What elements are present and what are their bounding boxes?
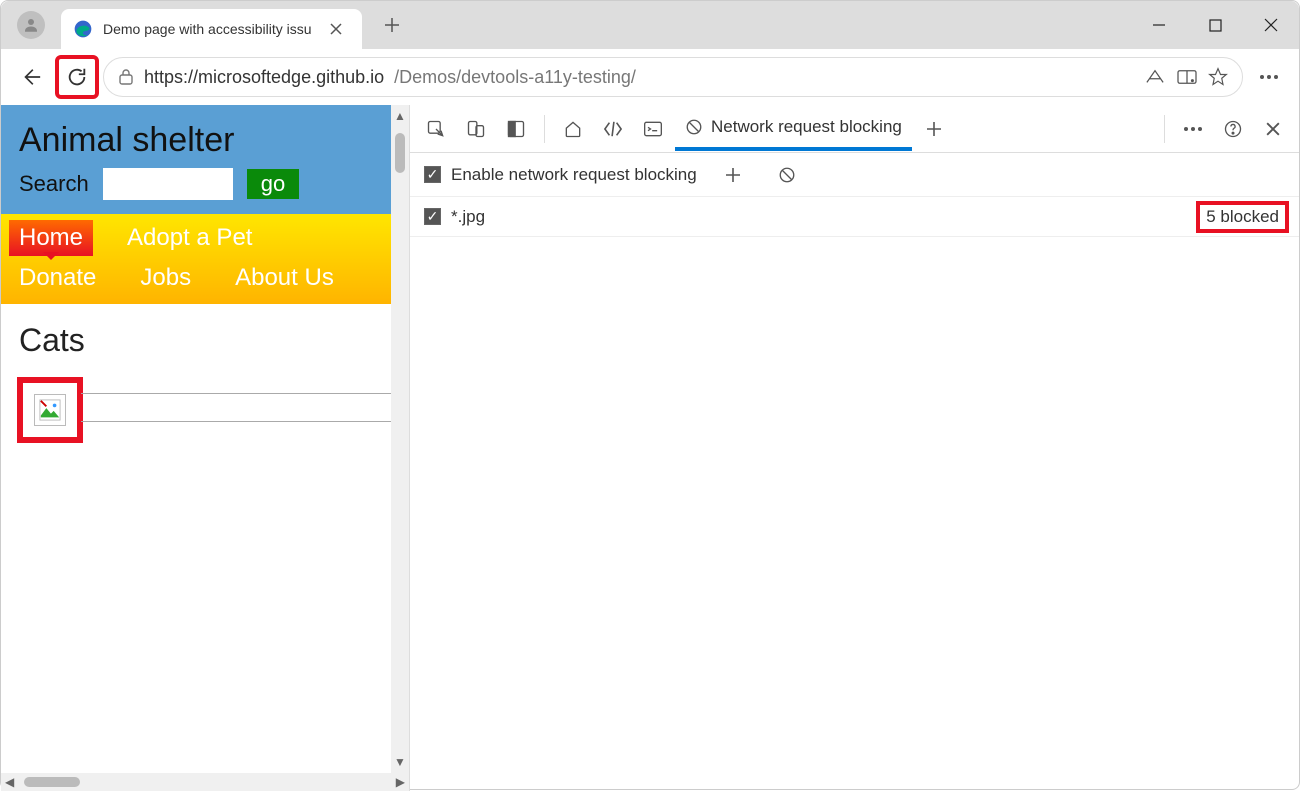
devtools-tabbar: Network request blocking xyxy=(410,105,1299,153)
pattern-row[interactable]: ✓ *.jpg 5 blocked xyxy=(410,197,1299,237)
settings-menu-button[interactable] xyxy=(1249,57,1289,97)
favorite-icon[interactable] xyxy=(1208,67,1228,87)
add-pattern-button[interactable] xyxy=(715,157,751,193)
nav-about[interactable]: About Us xyxy=(225,260,344,296)
back-button[interactable] xyxy=(11,57,51,97)
nav-adopt[interactable]: Adopt a Pet xyxy=(117,220,262,256)
new-tab-button[interactable] xyxy=(378,11,406,39)
main-nav: Home Adopt a Pet Donate Jobs About Us xyxy=(1,214,391,304)
devtools-panel: Network request blocking ✓ Enable networ… xyxy=(409,105,1299,791)
pattern-checked-icon[interactable]: ✓ xyxy=(424,208,441,225)
broken-image-icon xyxy=(34,394,66,426)
page-header: Animal shelter Search go xyxy=(1,105,391,214)
edge-icon xyxy=(73,19,93,39)
scroll-thumb[interactable] xyxy=(395,133,405,173)
devtools-more-icon[interactable] xyxy=(1175,111,1211,147)
devtools-tab-label: Network request blocking xyxy=(711,117,902,137)
read-aloud-icon[interactable] xyxy=(1144,68,1166,86)
broken-image-highlight xyxy=(19,379,81,441)
scroll-up-arrow[interactable]: ▲ xyxy=(394,105,406,127)
tab-title: Demo page with accessibility issu xyxy=(103,21,312,37)
section-heading: Cats xyxy=(19,322,373,359)
device-icon[interactable] xyxy=(458,111,494,147)
tab-close-button[interactable] xyxy=(322,15,350,43)
search-go-button[interactable]: go xyxy=(247,169,299,199)
scroll-right-arrow[interactable]: ▶ xyxy=(392,775,409,789)
site-title: Animal shelter xyxy=(19,121,373,160)
blocked-count: 5 blocked xyxy=(1200,205,1285,229)
enable-blocking-label: Enable network request blocking xyxy=(451,165,697,185)
more-tabs-button[interactable] xyxy=(916,111,952,147)
url-host: https://microsoftedge.github.io xyxy=(144,67,384,88)
window-controls xyxy=(1131,1,1299,49)
address-bar[interactable]: https://microsoftedge.github.io/Demos/de… xyxy=(103,57,1243,97)
profile-avatar[interactable] xyxy=(17,11,45,39)
site-info-icon[interactable] xyxy=(118,68,134,86)
elements-tab-icon[interactable] xyxy=(595,111,631,147)
devtools-help-icon[interactable] xyxy=(1215,111,1251,147)
console-tab-icon[interactable] xyxy=(635,111,671,147)
inspect-icon[interactable] xyxy=(418,111,454,147)
dock-icon[interactable] xyxy=(498,111,534,147)
network-blocking-tab[interactable]: Network request blocking xyxy=(675,107,912,151)
nav-home[interactable]: Home xyxy=(9,220,93,256)
search-input[interactable] xyxy=(103,168,233,200)
vertical-scrollbar[interactable]: ▲ ▼ xyxy=(391,105,409,773)
horizontal-scrollbar[interactable]: ◀ ▶ xyxy=(1,773,409,791)
blocking-toolbar: ✓ Enable network request blocking xyxy=(410,153,1299,197)
scroll-left-arrow[interactable]: ◀ xyxy=(1,775,18,789)
remove-all-button[interactable] xyxy=(769,157,805,193)
browser-tab-active[interactable]: Demo page with accessibility issu xyxy=(61,9,362,49)
scroll-thumb-h[interactable] xyxy=(24,777,80,787)
search-label: Search xyxy=(19,171,89,197)
maximize-button[interactable] xyxy=(1187,1,1243,49)
page-viewport: Animal shelter Search go Home Adopt a Pe… xyxy=(1,105,409,791)
minimize-button[interactable] xyxy=(1131,1,1187,49)
devtools-close-icon[interactable] xyxy=(1255,111,1291,147)
nav-jobs[interactable]: Jobs xyxy=(130,260,201,296)
scroll-down-arrow[interactable]: ▼ xyxy=(394,751,406,773)
reading-view-icon[interactable] xyxy=(1176,68,1198,86)
close-window-button[interactable] xyxy=(1243,1,1299,49)
enable-blocking-checkbox[interactable]: ✓ Enable network request blocking xyxy=(424,165,697,185)
pattern-text: *.jpg xyxy=(451,207,485,227)
url-path: /Demos/devtools-a11y-testing/ xyxy=(394,67,636,88)
checked-icon: ✓ xyxy=(424,166,441,183)
browser-toolbar: https://microsoftedge.github.io/Demos/de… xyxy=(1,49,1299,105)
image-placeholder-lines xyxy=(81,393,391,449)
window-titlebar: Demo page with accessibility issu xyxy=(1,1,1299,49)
welcome-tab-icon[interactable] xyxy=(555,111,591,147)
refresh-button[interactable] xyxy=(57,57,97,97)
